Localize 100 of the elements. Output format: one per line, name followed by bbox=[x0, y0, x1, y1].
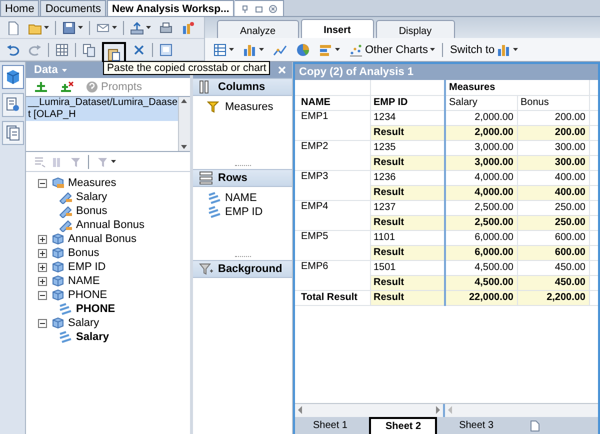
tree-item[interactable]: PHONE bbox=[76, 303, 116, 315]
table-cell: 6,000.00 bbox=[445, 230, 517, 245]
document-icon bbox=[530, 420, 540, 432]
data-source-item[interactable]: __Lumira_Dataset/Lumira_Daaset [OLAP_H bbox=[26, 97, 178, 121]
section-title: Background bbox=[218, 263, 282, 275]
tree-item[interactable]: Salary bbox=[68, 317, 100, 329]
tree-item[interactable]: Salary bbox=[76, 191, 108, 203]
ribbon-tab[interactable]: Analyze bbox=[217, 20, 299, 38]
column-header: Salary bbox=[445, 95, 517, 110]
expand-icon[interactable] bbox=[38, 262, 47, 272]
scroll-up-icon[interactable] bbox=[179, 97, 189, 105]
layout-item[interactable]: NAME bbox=[225, 192, 257, 204]
table-cell: 2,500.00 bbox=[445, 200, 517, 215]
switch-to-button[interactable]: Switch to bbox=[448, 40, 520, 58]
table-cell: 600.00 bbox=[517, 245, 589, 260]
column-header: NAME bbox=[295, 95, 370, 110]
table-cell: 4,500.00 bbox=[445, 260, 517, 275]
tree-item[interactable]: Measures bbox=[68, 177, 116, 189]
rows-icon bbox=[199, 171, 214, 185]
close-icon[interactable] bbox=[269, 4, 278, 12]
table-cell: 450.00 bbox=[517, 260, 589, 275]
table-cell: Result bbox=[370, 215, 445, 230]
printer-icon bbox=[159, 20, 173, 34]
ribbon-tab[interactable]: Insert bbox=[300, 19, 374, 38]
table-cell: Result bbox=[370, 125, 445, 140]
side-panel-tab[interactable] bbox=[2, 93, 24, 117]
table-cell: 600.00 bbox=[517, 230, 589, 245]
horizontal-bar-chart-icon bbox=[319, 42, 333, 56]
tree-item[interactable]: Annual Bonus bbox=[76, 219, 144, 231]
table-cell: 4,000.00 bbox=[445, 170, 517, 185]
documents-icon bbox=[4, 124, 22, 142]
restore-icon[interactable] bbox=[255, 4, 264, 12]
document-tab[interactable]: Home bbox=[0, 0, 40, 16]
crosstab-title: Copy (2) of Analysis 1 bbox=[295, 64, 598, 80]
document-tab[interactable]: New Analysis Worksp... bbox=[106, 0, 234, 16]
section-title: Rows bbox=[218, 172, 248, 184]
caret-icon bbox=[44, 26, 49, 29]
column-header: Measures bbox=[445, 80, 589, 95]
side-panel-tab[interactable] bbox=[2, 121, 24, 145]
document-tab[interactable]: Documents bbox=[40, 0, 106, 16]
tree-item[interactable]: Annual Bonus bbox=[68, 233, 136, 245]
x-icon bbox=[132, 42, 146, 56]
measures-icon bbox=[50, 176, 65, 190]
cubes-icon bbox=[50, 316, 65, 330]
scroll-left-icon[interactable] bbox=[296, 405, 304, 415]
remove-icon bbox=[60, 81, 74, 93]
sheet-tab[interactable]: Sheet 3 bbox=[445, 417, 508, 434]
document-icon bbox=[6, 20, 20, 34]
scrollbar[interactable] bbox=[178, 97, 190, 151]
table-cell: 450.00 bbox=[517, 275, 589, 290]
table-cell: Result bbox=[370, 245, 445, 260]
scroll-down-icon[interactable] bbox=[179, 143, 189, 151]
tree-item[interactable]: Bonus bbox=[76, 205, 108, 217]
collapse-icon[interactable] bbox=[38, 290, 47, 300]
expand-icon[interactable] bbox=[38, 276, 47, 286]
caret-icon bbox=[335, 48, 340, 51]
pie-chart-icon bbox=[296, 42, 310, 56]
list-icon[interactable] bbox=[34, 156, 46, 168]
table-cell: Result bbox=[370, 185, 445, 200]
side-panel-tab[interactable] bbox=[2, 65, 24, 89]
table-cell: 400.00 bbox=[517, 170, 589, 185]
cubes-icon bbox=[50, 232, 65, 246]
layout-item[interactable]: Measures bbox=[225, 101, 274, 113]
window-icon bbox=[159, 42, 173, 56]
tree-item[interactable]: PHONE bbox=[68, 289, 108, 301]
tree-item[interactable]: NAME bbox=[68, 275, 100, 287]
column-header: EMP ID bbox=[370, 95, 445, 110]
pin-icon[interactable] bbox=[241, 4, 250, 12]
line-chart-icon bbox=[273, 42, 287, 56]
table-cell: 4,500.00 bbox=[445, 275, 517, 290]
table-cell: 2,000.00 bbox=[445, 125, 517, 140]
cubes-icon bbox=[50, 274, 65, 288]
collapse-icon[interactable] bbox=[38, 318, 47, 328]
filter-icon bbox=[97, 156, 109, 168]
filter-icon bbox=[207, 100, 222, 114]
table-icon bbox=[213, 42, 227, 56]
sheet-tab[interactable]: Sheet 2 bbox=[369, 417, 438, 434]
scatter-chart-icon bbox=[349, 42, 363, 56]
copy-icon bbox=[82, 42, 96, 56]
tree-item[interactable]: EMP ID bbox=[68, 261, 106, 273]
tree-item[interactable]: Bonus bbox=[68, 247, 100, 259]
scroll-right-icon[interactable] bbox=[434, 405, 442, 415]
table-cell: 200.00 bbox=[517, 125, 589, 140]
collapse-icon[interactable] bbox=[38, 178, 47, 188]
tree-item[interactable]: Salary bbox=[76, 331, 110, 343]
table-cell: 250.00 bbox=[517, 215, 589, 230]
table-cell: 3,000.00 bbox=[445, 155, 517, 170]
table-cell: 3,000.00 bbox=[445, 140, 517, 155]
caret-icon bbox=[430, 48, 435, 51]
caret-icon bbox=[111, 160, 116, 163]
caret-icon bbox=[146, 26, 151, 29]
expand-icon[interactable] bbox=[38, 234, 47, 244]
chart-icon bbox=[181, 20, 195, 34]
other-charts-button[interactable]: Other Charts bbox=[347, 40, 437, 58]
ribbon-tab[interactable]: Display bbox=[376, 20, 455, 38]
table-cell: 300.00 bbox=[517, 140, 589, 155]
layout-item[interactable]: EMP ID bbox=[225, 206, 263, 218]
redo-icon bbox=[28, 42, 42, 56]
sheet-tab[interactable]: Sheet 1 bbox=[299, 417, 362, 434]
expand-icon[interactable] bbox=[38, 248, 47, 258]
